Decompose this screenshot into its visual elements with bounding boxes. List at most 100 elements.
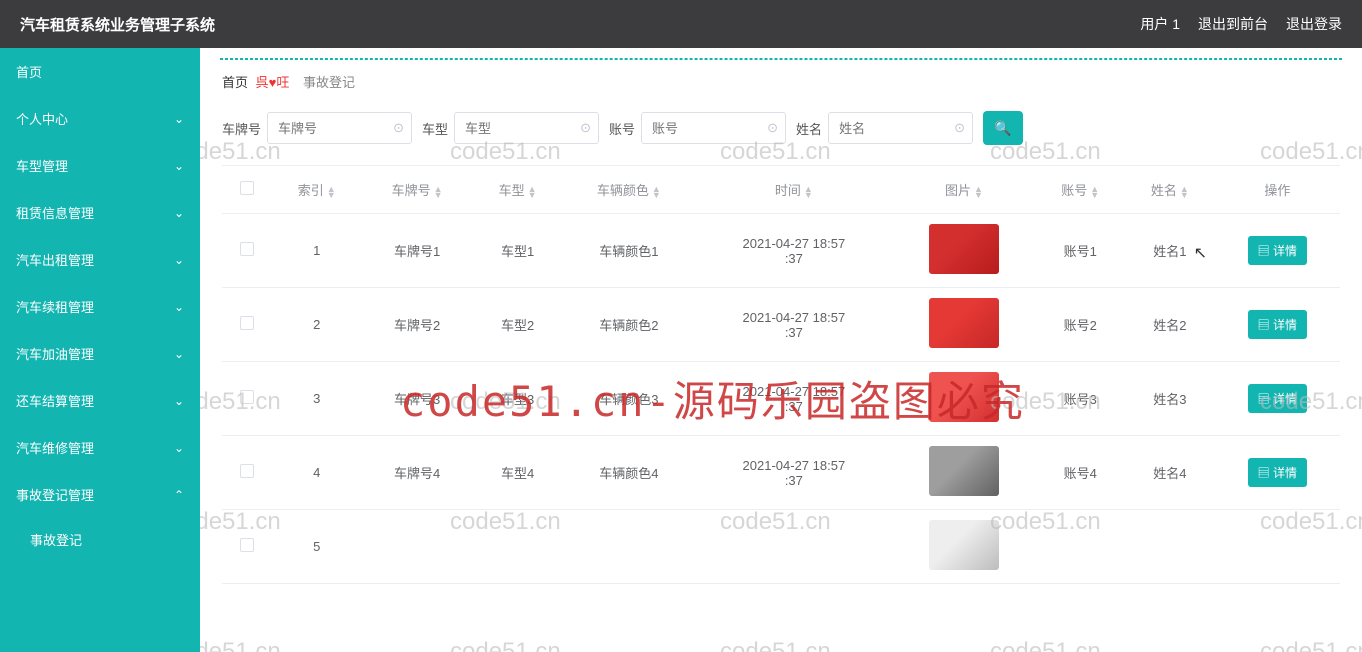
sidebar-item-3[interactable]: 租赁信息管理 [0, 189, 200, 236]
car-image[interactable] [929, 372, 999, 422]
sidebar-item-4[interactable]: 汽车出租管理 [0, 236, 200, 283]
clear-icon[interactable]: ⊙ [767, 120, 778, 136]
row-checkbox[interactable] [240, 538, 254, 552]
detail-button[interactable]: ▤ 详情 [1248, 236, 1307, 265]
cell-account: 账号4 [1035, 436, 1125, 510]
watermark: code51.cn [720, 638, 831, 652]
cell-name: 姓名1 [1125, 214, 1215, 288]
cell-idx: 1 [272, 214, 362, 288]
search-bar: 车牌号 ⊙ 车型 ⊙ 账号 ⊙ 姓名 ⊙ 🔍 [200, 99, 1362, 165]
cell-model: 车型2 [473, 288, 563, 362]
breadcrumb-heart: 呉♥㕵 [256, 75, 290, 90]
col-header-5[interactable]: 图片▲▼ [892, 166, 1035, 214]
col-header-0[interactable]: 索引▲▼ [272, 166, 362, 214]
select-all-checkbox[interactable] [240, 181, 254, 195]
cell-name: 姓名4 [1125, 436, 1215, 510]
cell-time: 2021-04-27 18:57:37 [695, 288, 892, 362]
clear-icon[interactable]: ⊙ [580, 120, 591, 136]
clear-icon[interactable]: ⊙ [954, 120, 965, 136]
breadcrumb-current: 事故登记 [303, 75, 355, 90]
cell-time: 2021-04-27 18:57:37 [695, 436, 892, 510]
data-table: 索引▲▼车牌号▲▼车型▲▼车辆颜色▲▼时间▲▼图片▲▼账号▲▼姓名▲▼操作 1 … [222, 165, 1340, 584]
table-row: 5 [222, 510, 1340, 584]
row-checkbox[interactable] [240, 242, 254, 256]
sidebar-item-1[interactable]: 个人中心 [0, 95, 200, 142]
detail-button[interactable]: ▤ 详情 [1248, 458, 1307, 487]
row-checkbox[interactable] [240, 316, 254, 330]
search-input-3[interactable] [828, 112, 973, 144]
cell-account: 账号2 [1035, 288, 1125, 362]
to-front-button[interactable]: 退出到前台 [1198, 14, 1268, 34]
col-header-3[interactable]: 车辆颜色▲▼ [562, 166, 695, 214]
cell-idx: 2 [272, 288, 362, 362]
table-row: 2 车牌号2 车型2 车辆颜色2 2021-04-27 18:57:37 账号2… [222, 288, 1340, 362]
col-header-2[interactable]: 车型▲▼ [473, 166, 563, 214]
sidebar: 首页个人中心车型管理租赁信息管理汽车出租管理汽车续租管理汽车加油管理还车结算管理… [0, 48, 200, 652]
search-icon: 🔍 [994, 120, 1011, 137]
car-image[interactable] [929, 224, 999, 274]
sidebar-item-8[interactable]: 汽车维修管理 [0, 424, 200, 471]
sidebar-item-2[interactable]: 车型管理 [0, 142, 200, 189]
cell-idx: 5 [272, 510, 362, 584]
car-image[interactable] [929, 520, 999, 570]
breadcrumb-home[interactable]: 首页 [222, 75, 248, 90]
search-button[interactable]: 🔍 [983, 111, 1023, 145]
sort-icon: ▲▼ [1090, 186, 1099, 198]
cell-model: 车型4 [473, 436, 563, 510]
table-row: 1 车牌号1 车型1 车辆颜色1 2021-04-27 18:57:37 账号1… [222, 214, 1340, 288]
sort-icon: ▲▼ [652, 186, 661, 198]
user-label[interactable]: 用户 1 [1140, 14, 1180, 34]
row-checkbox[interactable] [240, 464, 254, 478]
sort-icon: ▲▼ [528, 186, 537, 198]
col-header-8[interactable]: 操作 [1215, 166, 1340, 214]
col-header-7[interactable]: 姓名▲▼ [1125, 166, 1215, 214]
cell-color: 车辆颜色2 [562, 288, 695, 362]
cell-name: 姓名3 [1125, 362, 1215, 436]
search-input-1[interactable] [454, 112, 599, 144]
sort-icon: ▲▼ [974, 186, 983, 198]
watermark: code51.cn [200, 638, 281, 652]
cell-plate: 车牌号3 [362, 362, 473, 436]
row-checkbox[interactable] [240, 390, 254, 404]
sidebar-item-7[interactable]: 还车结算管理 [0, 377, 200, 424]
col-header-6[interactable]: 账号▲▼ [1035, 166, 1125, 214]
cell-account: 账号1 [1035, 214, 1125, 288]
cell-idx: 3 [272, 362, 362, 436]
search-label-2: 账号 [609, 119, 635, 138]
table-row: 4 车牌号4 车型4 车辆颜色4 2021-04-27 18:57:37 账号4… [222, 436, 1340, 510]
search-input-2[interactable] [641, 112, 786, 144]
cell-account: 账号3 [1035, 362, 1125, 436]
sidebar-item-9[interactable]: 事故登记管理 [0, 471, 200, 518]
search-label-0: 车牌号 [222, 119, 261, 138]
cell-time: 2021-04-27 18:57:37 [695, 362, 892, 436]
cell-color: 车辆颜色3 [562, 362, 695, 436]
cell-model: 车型3 [473, 362, 563, 436]
sidebar-item-6[interactable]: 汽车加油管理 [0, 330, 200, 377]
car-image[interactable] [929, 298, 999, 348]
watermark: code51.cn [1260, 638, 1362, 652]
col-header-1[interactable]: 车牌号▲▼ [362, 166, 473, 214]
cell-color: 车辆颜色4 [562, 436, 695, 510]
car-image[interactable] [929, 446, 999, 496]
sidebar-item-5[interactable]: 汽车续租管理 [0, 283, 200, 330]
cell-model [473, 510, 563, 584]
detail-button[interactable]: ▤ 详情 [1248, 310, 1307, 339]
sidebar-item-0[interactable]: 首页 [0, 48, 200, 95]
app-title: 汽车租赁系统业务管理子系统 [20, 14, 215, 35]
cell-name [1125, 510, 1215, 584]
sort-icon: ▲▼ [327, 186, 336, 198]
cell-color [562, 510, 695, 584]
sidebar-sub-item[interactable]: 事故登记 [0, 518, 200, 561]
sort-icon: ▲▼ [1180, 186, 1189, 198]
cell-account [1035, 510, 1125, 584]
table-row: 3 车牌号3 车型3 车辆颜色3 2021-04-27 18:57:37 账号3… [222, 362, 1340, 436]
cell-time [695, 510, 892, 584]
cell-time: 2021-04-27 18:57:37 [695, 214, 892, 288]
search-input-0[interactable] [267, 112, 412, 144]
logout-button[interactable]: 退出登录 [1286, 14, 1342, 34]
topbar: 汽车租赁系统业务管理子系统 用户 1 退出到前台 退出登录 [0, 0, 1362, 48]
detail-button[interactable]: ▤ 详情 [1248, 384, 1307, 413]
cell-plate: 车牌号4 [362, 436, 473, 510]
col-header-4[interactable]: 时间▲▼ [695, 166, 892, 214]
clear-icon[interactable]: ⊙ [393, 120, 404, 136]
